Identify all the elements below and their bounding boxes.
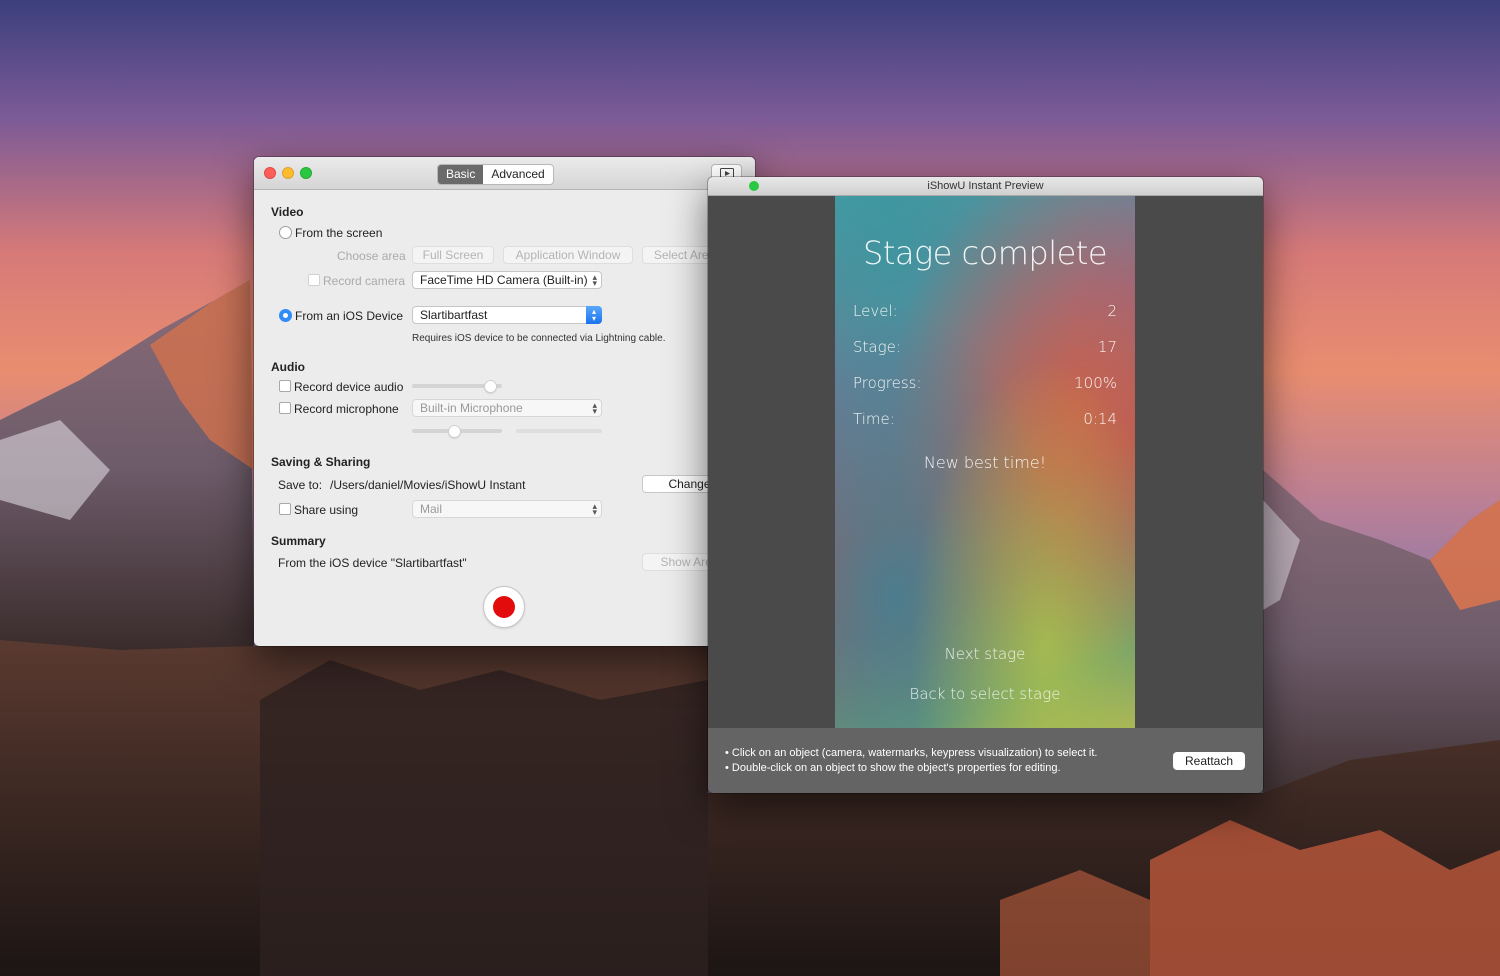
save-to-label: Save to:: [278, 478, 323, 492]
audio-section-title: Audio: [271, 360, 305, 374]
title-bar: Basic Advanced: [254, 157, 755, 190]
record-camera-checkbox[interactable]: [308, 274, 320, 286]
summary-text: From the iOS device "Slartibartfast": [278, 556, 467, 570]
from-ios-device-radio[interactable]: [279, 309, 292, 322]
time-label: Time:: [853, 410, 895, 428]
microphone-popup[interactable]: Built-in Microphone ▴ ▾: [412, 399, 602, 417]
save-path: /Users/daniel/Movies/iShowU Instant: [330, 478, 526, 492]
progress-value: 100%: [1074, 374, 1117, 392]
ios-device-note: Requires iOS device to be connected via …: [412, 333, 666, 344]
share-using-checkbox[interactable]: [279, 503, 291, 515]
record-camera-label: Record camera: [323, 274, 406, 288]
share-service-value: Mail: [420, 502, 443, 516]
zoom-window-button[interactable]: [300, 167, 312, 179]
tip-edit-properties: • Double-click on an object to show the …: [725, 762, 1061, 774]
stage-label: Stage:: [853, 338, 901, 356]
popup-arrows-icon: ▴ ▾: [592, 400, 597, 416]
time-value: 0:14: [1083, 410, 1117, 428]
video-section-title: Video: [271, 205, 304, 219]
ios-device-popup[interactable]: Slartibartfast ▴ ▾: [412, 306, 602, 324]
preview-footer: • Click on an object (camera, watermarks…: [708, 728, 1263, 793]
preview-window-title: iShowU Instant Preview: [708, 177, 1263, 196]
level-label: Level:: [853, 302, 898, 320]
minimize-window-button[interactable]: [282, 167, 294, 179]
choose-area-label: Choose area: [337, 249, 406, 263]
record-button[interactable]: [483, 586, 525, 628]
progress-label: Progress:: [853, 374, 922, 392]
full-screen-button[interactable]: Full Screen: [412, 246, 494, 264]
record-microphone-checkbox[interactable]: [279, 402, 291, 414]
record-device-audio-checkbox[interactable]: [279, 380, 291, 392]
from-screen-radio[interactable]: [279, 226, 292, 239]
summary-section-title: Summary: [271, 534, 326, 548]
record-device-audio-label: Record device audio: [294, 380, 404, 394]
ios-device-screen[interactable]: Stage complete Level: 2 Stage: 17 Progre…: [835, 196, 1135, 728]
tab-advanced[interactable]: Advanced: [483, 165, 552, 184]
new-best-time-text: New best time!: [923, 453, 1047, 472]
preview-zoom-window-button[interactable]: [749, 181, 759, 191]
share-service-popup[interactable]: Mail ▴ ▾: [412, 500, 602, 518]
tip-select-object: • Click on an object (camera, watermarks…: [725, 747, 1098, 759]
microphone-level-meter: [516, 429, 602, 433]
popup-arrows-icon: ▴ ▾: [586, 306, 602, 324]
ios-device-popup-value: Slartibartfast: [420, 308, 488, 322]
main-window: Basic Advanced Video From the screen Cho…: [254, 157, 755, 646]
popup-arrows-icon: ▴ ▾: [592, 272, 597, 288]
microphone-slider-knob[interactable]: [448, 425, 462, 438]
popup-arrows-icon: ▴ ▾: [592, 501, 597, 517]
back-to-select-stage-link[interactable]: Back to select stage: [835, 685, 1135, 703]
record-microphone-label: Record microphone: [294, 402, 399, 416]
close-window-button[interactable]: [264, 167, 276, 179]
from-ios-device-label: From an iOS Device: [295, 309, 404, 323]
saving-section-title: Saving & Sharing: [271, 455, 371, 469]
reattach-button[interactable]: Reattach: [1173, 752, 1245, 770]
next-stage-link[interactable]: Next stage: [835, 645, 1135, 663]
from-screen-label: From the screen: [295, 226, 383, 240]
stage-value: 17: [1097, 338, 1117, 356]
application-window-button[interactable]: Application Window: [503, 246, 633, 264]
preview-window: iShowU Instant Preview Stage complete Le…: [708, 177, 1263, 793]
camera-popup-value: FaceTime HD Camera (Built-in): [420, 273, 588, 287]
microphone-popup-value: Built-in Microphone: [420, 401, 523, 415]
record-icon: [493, 596, 515, 618]
stage-complete-heading: Stage complete: [863, 234, 1108, 272]
level-value: 2: [1107, 302, 1117, 320]
camera-popup[interactable]: FaceTime HD Camera (Built-in) ▴ ▾: [412, 271, 602, 289]
device-audio-slider-knob[interactable]: [484, 380, 498, 393]
share-using-label: Share using: [294, 503, 359, 517]
mode-segmented-control: Basic Advanced: [437, 164, 554, 185]
tab-basic[interactable]: Basic: [438, 165, 484, 184]
